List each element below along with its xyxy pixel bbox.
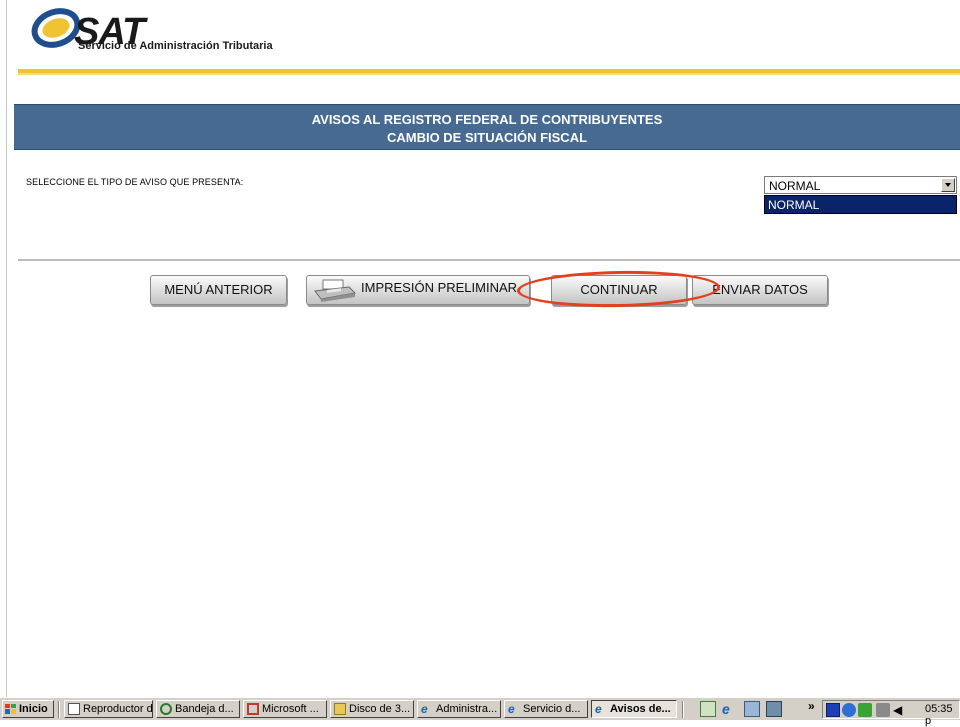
taskbar-item-label: Servicio d... <box>523 703 581 715</box>
system-clock: 05:35 p <box>925 703 953 727</box>
page-left-border <box>6 0 7 697</box>
taskbar-item-label: Administra... <box>436 703 498 715</box>
enviar-datos-button[interactable]: ENVIAR DATOS <box>692 275 828 305</box>
antivirus-icon[interactable] <box>858 703 872 717</box>
internet-explorer-icon: e <box>421 702 428 716</box>
windows-logo-icon <box>5 704 16 714</box>
mail-client-icon <box>160 703 172 715</box>
taskbar-item-label: Avisos de... <box>610 703 671 715</box>
start-label: Inicio <box>19 703 48 715</box>
office-app-icon <box>247 703 259 715</box>
internet-explorer-icon: e <box>595 702 602 716</box>
aviso-type-label: SELECCIONE EL TIPO DE AVISO QUE PRESENTA… <box>26 177 244 187</box>
start-button[interactable]: Inicio <box>2 700 54 718</box>
menu-anterior-button[interactable]: MENÚ ANTERIOR <box>150 275 287 305</box>
continuar-button[interactable]: CONTINUAR <box>551 275 687 305</box>
folder-search-icon <box>334 703 346 715</box>
taskbar-item-bandeja[interactable]: Bandeja d... <box>156 700 240 718</box>
taskbar-separator <box>682 701 684 718</box>
impresion-preliminar-button[interactable]: IMPRESIÓN PRELIMINAR <box>306 275 530 305</box>
banner-subtitle: CAMBIO DE SITUACIÓN FISCAL <box>386 130 588 145</box>
impresion-preliminar-label: IMPRESIÓN PRELIMINAR <box>361 280 518 295</box>
taskbar-item-label: Bandeja d... <box>175 703 234 715</box>
aviso-type-dropdown-list[interactable]: NORMAL <box>764 195 957 214</box>
taskbar-overflow-chevron-icon[interactable]: » <box>808 699 815 713</box>
quicklaunch-ie-icon[interactable]: e <box>722 701 738 717</box>
taskbar-item-label: Microsoft ... <box>262 703 319 715</box>
taskbar-item-microsoft[interactable]: Microsoft ... <box>243 700 327 718</box>
taskbar-item-servicio[interactable]: e Servicio d... <box>504 700 588 718</box>
aviso-type-select[interactable]: NORMAL <box>764 176 957 194</box>
system-tray: ◀ 05:35 p <box>822 700 960 727</box>
media-player-icon[interactable] <box>826 703 840 717</box>
windows-taskbar: Inicio Reproductor d... Bandeja d... Mic… <box>0 697 960 727</box>
taskbar-item-avisos-active[interactable]: e Avisos de... <box>591 700 677 718</box>
dropdown-option-normal[interactable]: NORMAL <box>768 198 819 212</box>
printer-icon <box>314 279 357 302</box>
section-divider <box>18 259 960 261</box>
taskbar-separator <box>58 701 60 718</box>
taskbar-item-reproductor[interactable]: Reproductor d... <box>64 700 153 718</box>
header-gold-rule-light <box>18 73 960 75</box>
taskbar-item-administra[interactable]: e Administra... <box>417 700 501 718</box>
taskbar-item-disco[interactable]: Disco de 3... <box>330 700 414 718</box>
quicklaunch-desktop-icon[interactable] <box>700 701 716 717</box>
banner-title: AVISOS AL REGISTRO FEDERAL DE CONTRIBUYE… <box>311 112 663 127</box>
taskbar-item-label: Disco de 3... <box>349 703 411 715</box>
logo-subtitle: Servicio de Administración Tributaria <box>78 40 273 52</box>
title-banner: AVISOS AL REGISTRO FEDERAL DE CONTRIBUYE… <box>14 104 960 150</box>
printer-tray-icon[interactable] <box>876 703 890 717</box>
document-icon <box>68 703 80 715</box>
chevron-down-icon[interactable] <box>941 178 955 192</box>
internet-explorer-icon: e <box>508 702 515 716</box>
aviso-type-selected-value: NORMAL <box>769 179 821 193</box>
taskbar-item-label: Reproductor d... <box>83 703 153 715</box>
network-icon[interactable] <box>842 703 856 717</box>
header: SAT Servicio de Administración Tributari… <box>0 0 960 80</box>
quicklaunch-app-icon[interactable] <box>744 701 760 717</box>
volume-icon[interactable]: ◀ <box>893 703 907 717</box>
quicklaunch-monitor-icon[interactable] <box>766 701 782 717</box>
